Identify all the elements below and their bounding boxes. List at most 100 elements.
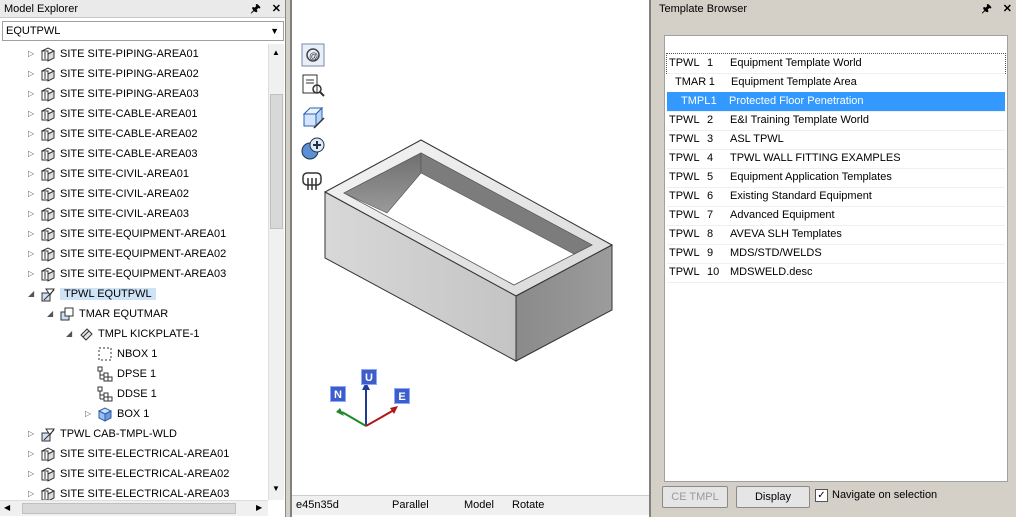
- tree-item-tpwl-cab-tmpl-wld[interactable]: ▷ TPWL CAB-TMPL-WLD: [28, 424, 177, 444]
- scrollbar-thumb[interactable]: [270, 94, 283, 229]
- axis-label-up: U: [361, 369, 377, 385]
- tree-item-site-site-piping-area03[interactable]: ▷ SITE SITE-PIPING-AREA03: [28, 84, 199, 104]
- expand-arrow-icon[interactable]: ▷: [28, 104, 38, 124]
- tree-item-site-site-equipment-area02[interactable]: ▷ SITE SITE-EQUIPMENT-AREA02: [28, 244, 226, 264]
- chevron-down-icon[interactable]: ▼: [270, 22, 279, 40]
- template-description: Equipment Template World: [730, 57, 862, 69]
- tree-item-site-site-civil-area01[interactable]: ▷ SITE SITE-CIVIL-AREA01: [28, 164, 189, 184]
- status-direction: e45n35d: [296, 499, 339, 511]
- tree-item-site-site-equipment-area03[interactable]: ▷ SITE SITE-EQUIPMENT-AREA03: [28, 264, 226, 284]
- site-icon: [40, 126, 56, 142]
- expand-arrow-icon[interactable]: ▷: [28, 444, 38, 464]
- template-row[interactable]: TPWL 7 Advanced Equipment: [667, 206, 1005, 225]
- expand-arrow-icon[interactable]: ▷: [28, 164, 38, 184]
- template-row[interactable]: TPWL 10 MDSWELD.desc: [667, 263, 1005, 282]
- template-row[interactable]: TPWL 4 TPWL WALL FITTING EXAMPLES: [667, 149, 1005, 168]
- scroll-up-icon[interactable]: ▲: [272, 48, 280, 57]
- tree-item-tpwl-equtpwl[interactable]: ◢ TPWL EQUTPWL: [28, 284, 156, 304]
- template-type: TPWL: [669, 266, 700, 278]
- template-row[interactable]: TMPL 1 Protected Floor Penetration: [667, 92, 1005, 111]
- tree-item-label: SITE SITE-PIPING-AREA01: [60, 48, 199, 60]
- tree-item-site-site-cable-area02[interactable]: ▷ SITE SITE-CABLE-AREA02: [28, 124, 198, 144]
- navigate-checkbox[interactable]: ✓: [815, 489, 828, 502]
- scroll-down-icon[interactable]: ▼: [272, 484, 280, 493]
- pin-icon[interactable]: 🖈: [982, 3, 992, 15]
- tree-item-site-site-cable-area03[interactable]: ▷ SITE SITE-CABLE-AREA03: [28, 144, 198, 164]
- expand-arrow-icon[interactable]: ▷: [28, 64, 38, 84]
- status-action[interactable]: Rotate: [512, 499, 544, 511]
- tree-item-label: DPSE 1: [117, 368, 157, 380]
- template-row[interactable]: TPWL 8 AVEVA SLH Templates: [667, 225, 1005, 244]
- scrollbar-thumb[interactable]: [22, 503, 236, 514]
- tree-item-nbox-1[interactable]: NBOX 1: [85, 344, 157, 364]
- tree-item-tmpl-kickplate-1[interactable]: ◢ TMPL KICKPLATE-1: [66, 324, 199, 344]
- tree-item-site-site-piping-area02[interactable]: ▷ SITE SITE-PIPING-AREA02: [28, 64, 199, 84]
- tree-item-site-site-civil-area02[interactable]: ▷ SITE SITE-CIVIL-AREA02: [28, 184, 189, 204]
- expand-arrow-icon[interactable]: ▷: [28, 144, 38, 164]
- expand-arrow-icon[interactable]: ▷: [28, 204, 38, 224]
- tree-item-label: SITE SITE-PIPING-AREA03: [60, 88, 199, 100]
- display-button[interactable]: Display: [736, 486, 810, 508]
- tree-item-site-site-equipment-area01[interactable]: ▷ SITE SITE-EQUIPMENT-AREA01: [28, 224, 226, 244]
- status-mode[interactable]: Model: [464, 499, 494, 511]
- tree-item-site-site-electrical-area03[interactable]: ▷ SITE SITE-ELECTRICAL-AREA03: [28, 484, 229, 500]
- site-icon: [40, 186, 56, 202]
- expand-arrow-icon[interactable]: ▷: [28, 224, 38, 244]
- negative-box-icon: [97, 346, 113, 362]
- tree-item-label: SITE SITE-CABLE-AREA03: [60, 148, 198, 160]
- tree-item-site-site-electrical-area01[interactable]: ▷ SITE SITE-ELECTRICAL-AREA01: [28, 444, 229, 464]
- template-list[interactable]: TPWL 1 Equipment Template World TMAR 1 Equipm…: [664, 35, 1008, 482]
- close-icon[interactable]: ✕: [1003, 3, 1012, 15]
- tree-item-tmar-equtmar[interactable]: ◢ TMAR EQUTMAR: [47, 304, 168, 324]
- template-row[interactable]: TPWL 9 MDS/STD/WELDS: [667, 244, 1005, 263]
- tree-vertical-scrollbar[interactable]: ▲ ▼: [268, 44, 284, 500]
- expand-arrow-icon[interactable]: ▷: [28, 124, 38, 144]
- model-explorer-combo[interactable]: EQUTPWL ▼: [2, 21, 284, 41]
- tree-item-box-1[interactable]: ▷ BOX 1: [85, 404, 149, 424]
- tree-item-label: SITE SITE-CIVIL-AREA01: [60, 168, 189, 180]
- template-type: TPWL: [669, 133, 700, 145]
- expand-arrow-icon[interactable]: ▷: [28, 484, 38, 500]
- site-icon: [40, 246, 56, 262]
- 3d-view[interactable]: @ N U E e45n35d Parallel Model Rotate: [290, 0, 651, 517]
- tree-item-dpse-1[interactable]: DPSE 1: [85, 364, 156, 384]
- template-row[interactable]: TPWL 5 Equipment Application Templates: [667, 168, 1005, 187]
- template-number: 2: [707, 114, 714, 126]
- ce-tmpl-button[interactable]: CE TMPL: [662, 486, 728, 508]
- expand-arrow-icon[interactable]: ▷: [28, 464, 38, 484]
- template-row[interactable]: TPWL 1 Equipment Template World: [666, 53, 1006, 74]
- tree-item-label: SITE SITE-ELECTRICAL-AREA02: [60, 468, 230, 480]
- tree-item-ddse-1[interactable]: DDSE 1: [85, 384, 157, 404]
- tree-item-site-site-civil-area03[interactable]: ▷ SITE SITE-CIVIL-AREA03: [28, 204, 189, 224]
- tree-item-site-site-piping-area01[interactable]: ▷ SITE SITE-PIPING-AREA01: [28, 44, 199, 64]
- template-browser-title: Template Browser: [659, 3, 748, 15]
- tree-item-label: SITE SITE-CIVIL-AREA02: [60, 188, 189, 200]
- status-projection[interactable]: Parallel: [392, 499, 429, 511]
- close-icon[interactable]: ✕: [272, 3, 281, 15]
- collapse-arrow-icon[interactable]: ◢: [47, 304, 57, 324]
- tree-horizontal-scrollbar[interactable]: ◀ ▶: [0, 500, 268, 516]
- tree-item-label: SITE SITE-EQUIPMENT-AREA03: [60, 268, 227, 280]
- tree-item-site-site-cable-area01[interactable]: ▷ SITE SITE-CABLE-AREA01: [28, 104, 198, 124]
- template-number: 9: [707, 247, 714, 259]
- expand-arrow-icon[interactable]: ▷: [28, 264, 38, 284]
- expand-arrow-icon[interactable]: ▷: [28, 244, 38, 264]
- scroll-right-icon[interactable]: ▶: [256, 503, 262, 512]
- expand-arrow-icon[interactable]: ▷: [28, 44, 38, 64]
- site-icon: [40, 466, 56, 482]
- scroll-left-icon[interactable]: ◀: [4, 503, 10, 512]
- expand-arrow-icon[interactable]: ▷: [28, 184, 38, 204]
- expand-arrow-icon[interactable]: ▷: [85, 404, 95, 424]
- template-row[interactable]: TPWL 2 E&I Training Template World: [667, 111, 1005, 130]
- template-number: 5: [707, 171, 714, 183]
- model-explorer-title-bar: Model Explorer 🖈 ✕: [0, 0, 285, 18]
- collapse-arrow-icon[interactable]: ◢: [28, 284, 38, 304]
- template-row[interactable]: TPWL 3 ASL TPWL: [667, 130, 1005, 149]
- expand-arrow-icon[interactable]: ▷: [28, 424, 38, 444]
- template-row[interactable]: TMAR 1 Equipment Template Area: [667, 73, 1005, 92]
- pin-icon[interactable]: 🖈: [251, 3, 261, 15]
- collapse-arrow-icon[interactable]: ◢: [66, 324, 76, 344]
- expand-arrow-icon[interactable]: ▷: [28, 84, 38, 104]
- template-row[interactable]: TPWL 6 Existing Standard Equipment: [667, 187, 1005, 206]
- tree-item-site-site-electrical-area02[interactable]: ▷ SITE SITE-ELECTRICAL-AREA02: [28, 464, 229, 484]
